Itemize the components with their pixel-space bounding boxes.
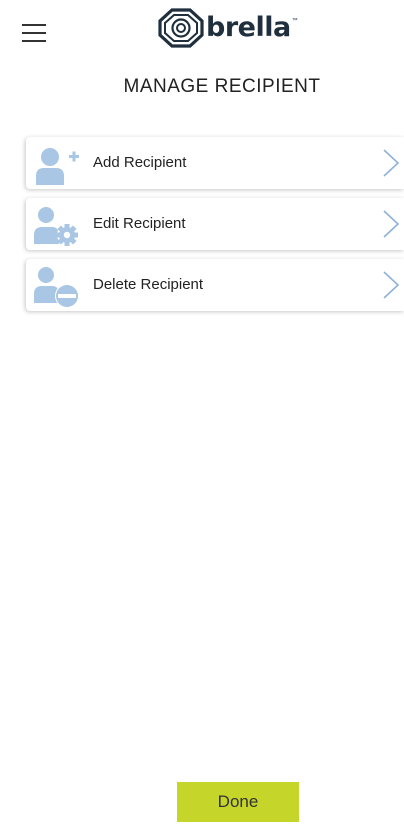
- done-button[interactable]: Done: [177, 782, 299, 822]
- recipient-menu-list: Add Recipient Edit Recipient Delete Reci…: [26, 137, 404, 320]
- add-recipient-item[interactable]: Add Recipient: [26, 137, 404, 189]
- chevron-right-icon: [383, 271, 400, 299]
- hamburger-icon-line: [22, 24, 46, 26]
- brand-logo: brella ™: [158, 8, 298, 48]
- umbrella-logo-icon: [158, 8, 204, 48]
- edit-recipient-label: Edit Recipient: [93, 215, 186, 232]
- delete-recipient-label: Delete Recipient: [93, 276, 204, 293]
- chevron-right-icon: [383, 149, 400, 177]
- user-remove-icon: [34, 267, 79, 308]
- edit-recipient-item[interactable]: Edit Recipient: [26, 198, 404, 250]
- delete-recipient-item[interactable]: Delete Recipient: [26, 259, 404, 311]
- chevron-right-icon: [383, 210, 400, 238]
- page-title: MANAGE RECIPIENT: [123, 76, 321, 97]
- hamburger-icon-line: [22, 32, 46, 34]
- hamburger-icon-line: [22, 40, 46, 42]
- brand-name: brella: [206, 12, 291, 43]
- add-recipient-label: Add Recipient: [93, 154, 187, 171]
- user-add-icon: [36, 148, 79, 185]
- hamburger-menu-button[interactable]: [22, 22, 48, 42]
- user-settings-icon: [34, 207, 78, 246]
- brand-trademark: ™: [291, 18, 298, 24]
